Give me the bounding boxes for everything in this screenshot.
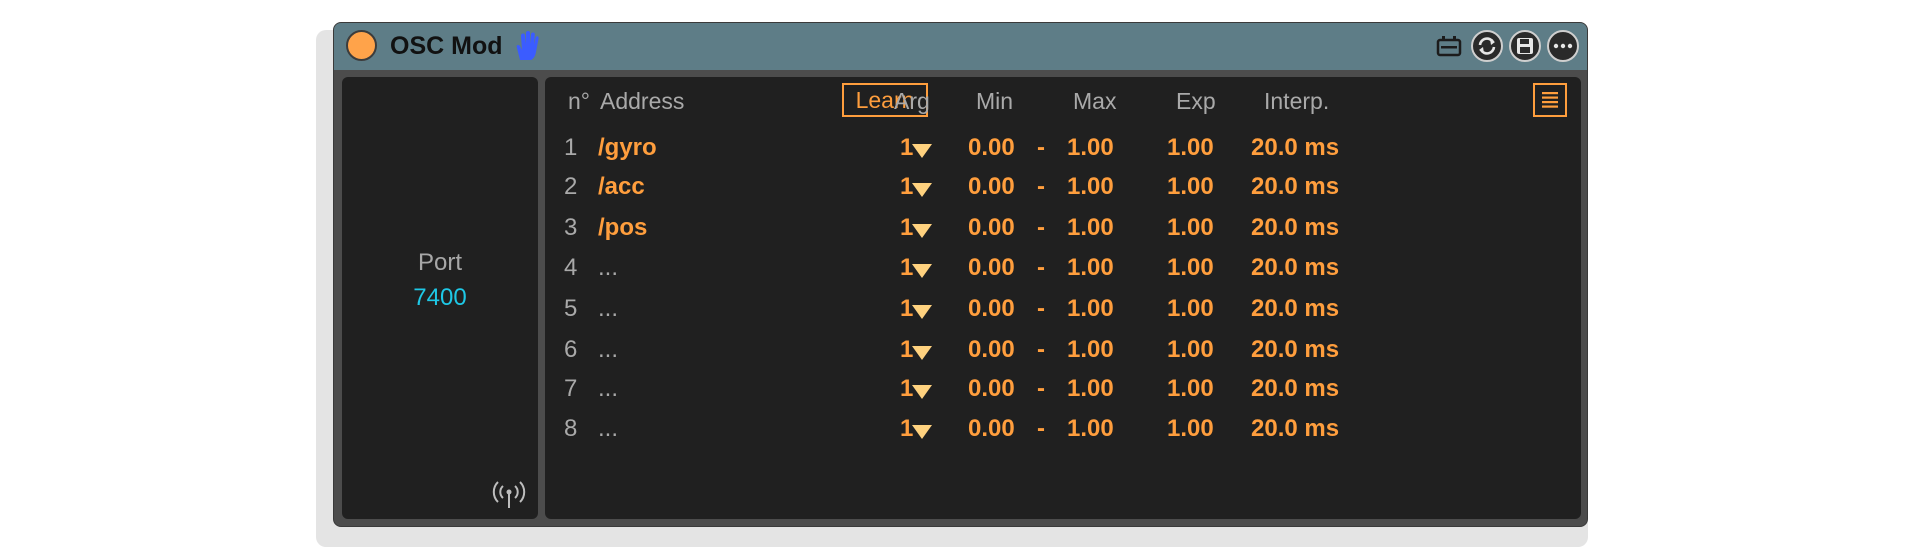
row-interp[interactable]: 20.0 ms [1251, 214, 1339, 242]
row-address[interactable]: ... [598, 295, 618, 323]
row-range-separator: - [1037, 134, 1045, 161]
save-icon[interactable] [1509, 30, 1541, 62]
row-range-separator: - [1037, 173, 1045, 200]
row-min[interactable]: 0.00 [968, 415, 1015, 443]
row-max[interactable]: 1.00 [1067, 134, 1114, 162]
row-min[interactable]: 0.00 [968, 254, 1015, 282]
row-interp[interactable]: 20.0 ms [1251, 295, 1339, 323]
row-address[interactable]: ... [598, 415, 618, 443]
row-max[interactable]: 1.00 [1067, 375, 1114, 403]
table-row: 8... 1 0.00-1.00 1.00 20.0 ms [545, 415, 1581, 455]
row-max[interactable]: 1.00 [1067, 336, 1114, 364]
row-max[interactable]: 1.00 [1067, 173, 1114, 201]
row-exp[interactable]: 1.00 [1167, 375, 1214, 403]
row-number: 7 [564, 375, 578, 402]
table-row: 7... 1 0.00-1.00 1.00 20.0 ms [545, 375, 1581, 415]
row-address[interactable]: /acc [598, 173, 645, 201]
header-min: Min [976, 88, 1014, 114]
row-min[interactable]: 0.00 [968, 336, 1015, 364]
header-address: Address [600, 88, 685, 114]
dropdown-triangle-icon[interactable] [912, 305, 932, 319]
port-value[interactable]: 7400 [342, 284, 538, 312]
hand-icon[interactable] [512, 30, 542, 62]
row-range-separator: - [1037, 214, 1045, 241]
row-interp[interactable]: 20.0 ms [1251, 173, 1339, 201]
header-num: n° [568, 88, 590, 114]
row-interp[interactable]: 20.0 ms [1251, 336, 1339, 364]
table-row: 5... 1 0.00-1.00 1.00 20.0 ms [545, 295, 1581, 335]
row-interp[interactable]: 20.0 ms [1251, 375, 1339, 403]
row-min[interactable]: 0.00 [968, 173, 1015, 201]
header-exp: Exp [1176, 88, 1216, 114]
header-interp: Interp. [1264, 88, 1330, 114]
port-label: Port [417, 249, 462, 276]
titlebar-icons [1433, 30, 1579, 62]
clip-icon[interactable] [1433, 30, 1465, 62]
dropdown-triangle-icon[interactable] [912, 385, 932, 399]
row-number: 3 [564, 214, 578, 241]
dropdown-triangle-icon[interactable] [912, 346, 932, 360]
row-address[interactable]: ... [598, 336, 618, 364]
row-interp[interactable]: 20.0 ms [1251, 254, 1339, 282]
row-exp[interactable]: 1.00 [1167, 415, 1214, 443]
header-max: Max [1073, 88, 1117, 114]
row-min[interactable]: 0.00 [968, 134, 1015, 162]
row-range-separator: - [1037, 254, 1045, 281]
dropdown-triangle-icon[interactable] [912, 224, 932, 238]
dropdown-triangle-icon[interactable] [912, 425, 932, 439]
row-exp[interactable]: 1.00 [1167, 336, 1214, 364]
row-range-separator: - [1037, 415, 1045, 442]
table-row: 3/pos 1 0.00-1.00 1.00 20.0 ms [545, 214, 1581, 254]
refresh-icon[interactable] [1471, 30, 1503, 62]
row-range-separator: - [1037, 375, 1045, 402]
row-exp[interactable]: 1.00 [1167, 295, 1214, 323]
row-min[interactable]: 0.00 [968, 214, 1015, 242]
power-toggle[interactable] [346, 30, 377, 61]
table-row: 2/acc 1 0.00-1.00 1.00 20.0 ms [545, 173, 1581, 213]
row-exp[interactable]: 1.00 [1167, 173, 1214, 201]
row-address[interactable]: ... [598, 375, 618, 403]
row-address[interactable]: /gyro [598, 134, 657, 162]
row-number: 5 [564, 295, 578, 322]
row-address[interactable]: ... [598, 254, 618, 282]
row-number: 8 [564, 415, 578, 442]
row-number: 6 [564, 336, 578, 363]
header-arg: Arg [894, 88, 930, 114]
row-interp[interactable]: 20.0 ms [1251, 134, 1339, 162]
row-address[interactable]: /pos [598, 214, 647, 242]
row-max[interactable]: 1.00 [1067, 415, 1114, 443]
antenna-icon [492, 481, 526, 508]
row-exp[interactable]: 1.00 [1167, 214, 1214, 242]
row-max[interactable]: 1.00 [1067, 214, 1114, 242]
list-icon[interactable] [1533, 83, 1567, 117]
more-icon[interactable] [1547, 30, 1579, 62]
row-min[interactable]: 0.00 [968, 375, 1015, 403]
row-range-separator: - [1037, 336, 1045, 363]
dropdown-triangle-icon[interactable] [912, 183, 932, 197]
table-row: 6... 1 0.00-1.00 1.00 20.0 ms [545, 336, 1581, 376]
row-number: 4 [564, 254, 578, 281]
row-range-separator: - [1037, 295, 1045, 322]
device-titlebar: OSC Mod [334, 23, 1587, 70]
port-panel: Port 7400 [342, 77, 538, 519]
row-exp[interactable]: 1.00 [1167, 134, 1214, 162]
device-title: OSC Mod [390, 32, 503, 60]
table-row: 4... 1 0.00-1.00 1.00 20.0 ms [545, 254, 1581, 294]
row-max[interactable]: 1.00 [1067, 254, 1114, 282]
row-number: 1 [564, 134, 578, 161]
osc-mod-device: OSC Mod Port 7400 n° Address Learn Arg M… [333, 22, 1588, 527]
dropdown-triangle-icon[interactable] [912, 144, 932, 158]
row-min[interactable]: 0.00 [968, 295, 1015, 323]
row-exp[interactable]: 1.00 [1167, 254, 1214, 282]
row-interp[interactable]: 20.0 ms [1251, 415, 1339, 443]
mapping-table: n° Address Learn Arg Min Max Exp Interp.… [545, 77, 1581, 519]
row-number: 2 [564, 173, 578, 200]
dropdown-triangle-icon[interactable] [912, 264, 932, 278]
table-row: 1/gyro 1 0.00-1.00 1.00 20.0 ms [545, 134, 1581, 174]
row-max[interactable]: 1.00 [1067, 295, 1114, 323]
